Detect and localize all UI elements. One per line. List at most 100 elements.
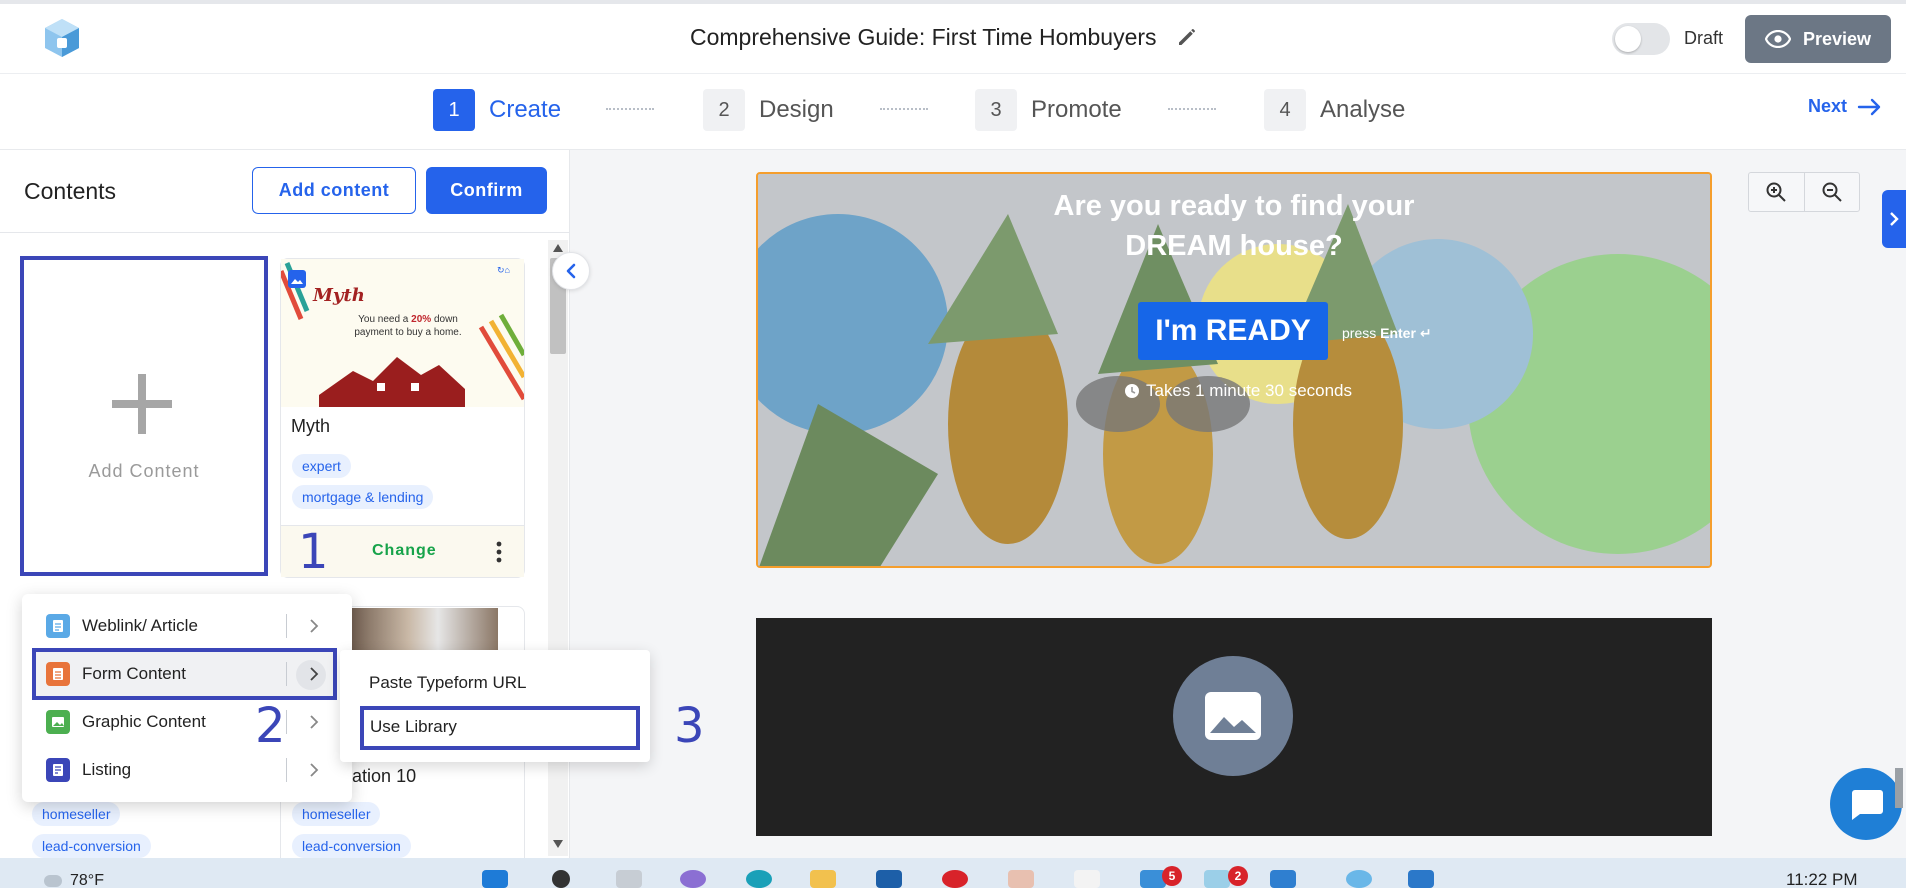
menu-separator bbox=[286, 662, 287, 686]
contents-heading: Contents bbox=[24, 178, 117, 204]
press-key: Enter bbox=[1380, 325, 1416, 341]
tag-lead-conversion[interactable]: lead-conversion bbox=[32, 834, 151, 858]
scroll-down-icon[interactable] bbox=[553, 840, 563, 848]
thumb-text: You need a bbox=[358, 314, 409, 325]
step-promote[interactable]: 3 Promote bbox=[975, 88, 1122, 132]
weather-temp: 78°F bbox=[70, 872, 104, 888]
scroll-up-icon[interactable] bbox=[553, 244, 563, 252]
chevron-right-icon bbox=[1890, 212, 1899, 226]
tag-homeseller[interactable]: homeseller bbox=[292, 802, 381, 826]
system-clock[interactable]: 11:22 PM bbox=[1786, 870, 1858, 888]
chevron-right-icon bbox=[310, 763, 319, 777]
thumb-highlight: 20% bbox=[411, 314, 432, 325]
page-scrollbar-thumb[interactable] bbox=[1895, 768, 1903, 808]
menu-separator bbox=[286, 710, 287, 734]
edit-title-icon[interactable] bbox=[1175, 25, 1199, 49]
step-design[interactable]: 2 Design bbox=[703, 88, 834, 132]
notification-badge: 5 bbox=[1162, 866, 1182, 886]
task-view-icon[interactable] bbox=[616, 870, 642, 888]
use-library-label: Use Library bbox=[370, 717, 457, 736]
tag-expert[interactable]: expert bbox=[292, 454, 351, 478]
add-content-button[interactable]: Add content bbox=[252, 167, 416, 214]
step-connector bbox=[880, 108, 928, 110]
step-connector bbox=[606, 108, 654, 110]
step-create[interactable]: 1 Create bbox=[433, 88, 561, 132]
hero-headline: Are you ready to find your DREAM house? bbox=[1053, 190, 1415, 262]
app-icon[interactable] bbox=[1008, 870, 1034, 888]
windows-start-icon[interactable] bbox=[482, 870, 508, 888]
preview-button[interactable]: Preview bbox=[1745, 15, 1891, 63]
duration-text: Takes 1 minute 30 seconds bbox=[1124, 381, 1352, 401]
step-label: Design bbox=[759, 96, 834, 123]
file-explorer-icon[interactable] bbox=[810, 870, 836, 888]
step-label: Analyse bbox=[1320, 96, 1406, 123]
image-placeholder-circle[interactable] bbox=[1173, 656, 1293, 776]
menu-item-label: Form Content bbox=[82, 664, 186, 683]
card-title: Myth bbox=[291, 416, 331, 436]
menu-item-listing[interactable]: Listing bbox=[22, 746, 352, 794]
app-icon[interactable] bbox=[1408, 870, 1434, 888]
chevron-left-icon bbox=[566, 263, 576, 279]
chat-support-button[interactable] bbox=[1830, 768, 1902, 840]
enter-icon: ↵ bbox=[1419, 325, 1432, 341]
thumb-title: Myth bbox=[313, 285, 365, 306]
menu-item-label: Weblink/ Article bbox=[82, 616, 198, 635]
annotation-2: 2 bbox=[255, 698, 286, 754]
menu-separator bbox=[286, 758, 287, 782]
image-icon bbox=[46, 710, 70, 734]
add-content-label: Add Content bbox=[88, 461, 200, 481]
myth-thumbnail: Myth You need a 20% down payment to buy … bbox=[281, 259, 524, 407]
share-icon: ↻⌂ bbox=[497, 265, 510, 275]
zoom-controls bbox=[1748, 172, 1860, 212]
paste-typeform-url-option[interactable]: Paste Typeform URL bbox=[369, 673, 526, 693]
collapse-panel-button[interactable] bbox=[552, 252, 590, 290]
arrow-right-icon bbox=[1857, 98, 1881, 115]
store-icon[interactable] bbox=[876, 870, 902, 888]
preview-label: Preview bbox=[1802, 28, 1872, 49]
more-options-icon[interactable] bbox=[490, 540, 508, 564]
form-icon bbox=[46, 662, 70, 686]
weather-widget[interactable]: 78°F bbox=[44, 872, 104, 888]
confirm-button[interactable]: Confirm bbox=[426, 167, 547, 214]
chat-icon bbox=[1852, 790, 1883, 820]
zoom-in-icon bbox=[1766, 182, 1787, 202]
tag-lead-conversion[interactable]: lead-conversion bbox=[292, 834, 411, 858]
chevron-right-icon bbox=[310, 667, 319, 681]
opera-icon[interactable] bbox=[942, 870, 968, 888]
change-button[interactable]: Change bbox=[372, 542, 437, 560]
app-icon[interactable] bbox=[1074, 870, 1100, 888]
menu-item-label: Graphic Content bbox=[82, 712, 206, 731]
menu-item-weblink[interactable]: Weblink/ Article bbox=[22, 602, 352, 650]
press-prefix: press bbox=[1342, 325, 1377, 341]
next-label: Next bbox=[1808, 96, 1848, 116]
clock-icon bbox=[1125, 384, 1139, 398]
app-icon[interactable] bbox=[1346, 870, 1372, 888]
next-button[interactable]: Next bbox=[1808, 96, 1883, 117]
tag-homeseller[interactable]: homeseller bbox=[32, 802, 121, 826]
menu-item-graphic-content[interactable]: Graphic Content bbox=[22, 698, 352, 746]
tag-mortgage[interactable]: mortgage & lending bbox=[292, 485, 434, 509]
listing-icon bbox=[46, 758, 70, 782]
app-icon[interactable] bbox=[1270, 870, 1296, 888]
weather-icon bbox=[44, 875, 62, 887]
expand-sidebar-tab[interactable] bbox=[1882, 190, 1906, 248]
edge-icon[interactable] bbox=[746, 870, 772, 888]
step-number: 1 bbox=[433, 89, 475, 131]
app-logo-icon[interactable] bbox=[40, 16, 84, 60]
im-ready-button[interactable]: I'm READY bbox=[1138, 302, 1328, 360]
app-icon[interactable] bbox=[1204, 870, 1230, 888]
step-number: 4 bbox=[1264, 89, 1306, 131]
image-icon bbox=[1205, 692, 1261, 740]
draft-toggle-knob bbox=[1615, 26, 1641, 52]
zoom-in-button[interactable] bbox=[1749, 173, 1804, 211]
annotation-1: 1 bbox=[298, 524, 329, 580]
zoom-out-button[interactable] bbox=[1803, 173, 1859, 211]
stepper-bar bbox=[0, 74, 1906, 150]
step-label: Create bbox=[489, 96, 562, 123]
search-icon[interactable] bbox=[552, 870, 570, 888]
chat-app-icon[interactable] bbox=[680, 870, 706, 888]
menu-item-form-content[interactable]: Form Content bbox=[22, 650, 352, 698]
thumb-caption: You need a 20% down payment to buy a hom… bbox=[343, 313, 473, 339]
title-area: Comprehensive Guide: First Time Hombuyer… bbox=[690, 20, 1199, 54]
step-analyse[interactable]: 4 Analyse bbox=[1264, 88, 1405, 132]
